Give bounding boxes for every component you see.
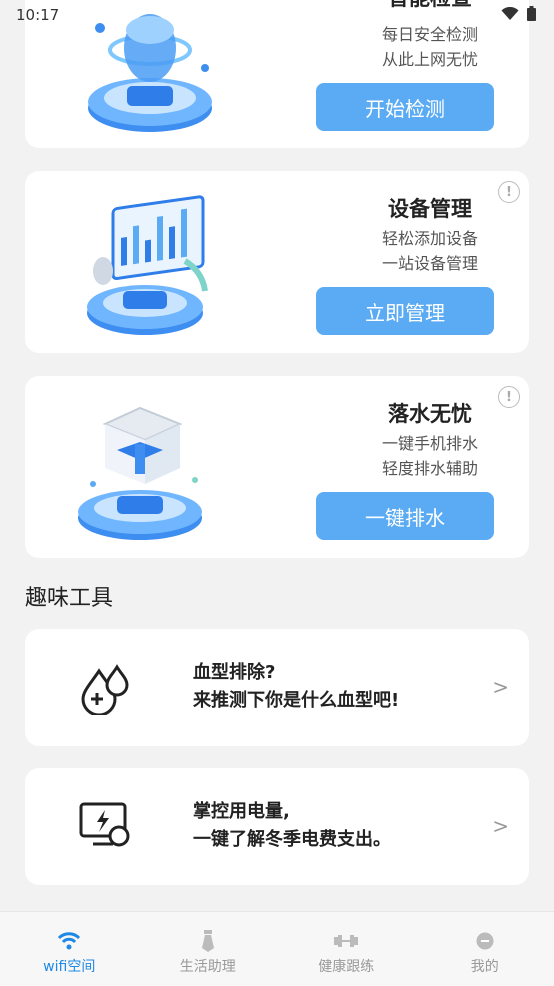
tool-line-2: 一键了解冬季电费支出。: [193, 829, 391, 850]
water-eject-illustration: [78, 406, 202, 540]
start-check-button[interactable]: 开始检测: [316, 83, 494, 131]
tab-label: wifi空间: [43, 959, 96, 975]
tool-text: 血型排除? 来推测下你是什么血型吧!: [193, 659, 399, 715]
card-subtitle-2: 一站设备管理: [381, 254, 478, 273]
tool-line-2: 来推测下你是什么血型吧!: [193, 690, 400, 711]
tab-wifi-space[interactable]: wifi空间: [0, 912, 139, 986]
tool-line-1: 血型排除?: [193, 662, 276, 683]
one-tap-drain-button[interactable]: 一键排水: [316, 492, 494, 540]
tab-label: 生活助理: [179, 959, 236, 975]
device-dashboard-illustration: [87, 195, 208, 335]
tool-text: 掌控用电量, 一键了解冬季电费支出。: [193, 798, 391, 854]
status-bar: 10:17: [0, 0, 554, 28]
tool-line-1: 掌控用电量,: [193, 801, 290, 822]
card-title: 设备管理: [388, 197, 472, 221]
fun-tools-title: 趣味工具: [25, 586, 114, 611]
tab-life-assistant[interactable]: 生活助理: [139, 912, 278, 986]
card-title: 落水无忧: [388, 402, 472, 426]
card-subtitle-1: 轻松添加设备: [381, 229, 478, 248]
tab-label: 健康跟练: [318, 959, 375, 975]
card-subtitle-2: 轻度排水辅助: [381, 459, 478, 478]
tie-icon: [196, 930, 220, 952]
dumbbell-icon: [334, 930, 359, 952]
chevron-right-icon: >: [492, 675, 509, 699]
card-subtitle-1: 一键手机排水: [381, 434, 478, 453]
device-management-card: ! 设备管理 轻松添加设备 一站设备管理 立即管理: [25, 171, 529, 353]
chevron-right-icon: >: [492, 814, 509, 838]
tab-profile[interactable]: 我的: [416, 912, 554, 986]
status-time: 10:17: [16, 6, 60, 24]
battery-icon: [527, 6, 536, 21]
tab-health-training[interactable]: 健康跟练: [277, 912, 416, 986]
system-icons: [501, 6, 536, 21]
water-eject-card: ! 落水无忧 一键手机排水 轻度排水辅助 一键排水: [25, 376, 529, 558]
profile-face-icon: [473, 930, 497, 952]
bottom-tab-bar: wifi空间 生活助理 健康跟练 我的: [0, 911, 554, 986]
wifi-icon: [57, 930, 81, 952]
tab-label: 我的: [470, 959, 499, 975]
blood-drop-icon: [81, 664, 129, 715]
wifi-signal-icon: [501, 6, 519, 20]
electricity-tool[interactable]: 掌控用电量, 一键了解冬季电费支出。 >: [25, 768, 529, 885]
manage-now-button[interactable]: 立即管理: [316, 287, 494, 335]
blood-type-tool[interactable]: 血型排除? 来推测下你是什么血型吧! >: [25, 629, 529, 746]
card-subtitle-2: 从此上网无忧: [381, 50, 478, 69]
power-monitor-icon: [79, 802, 130, 847]
